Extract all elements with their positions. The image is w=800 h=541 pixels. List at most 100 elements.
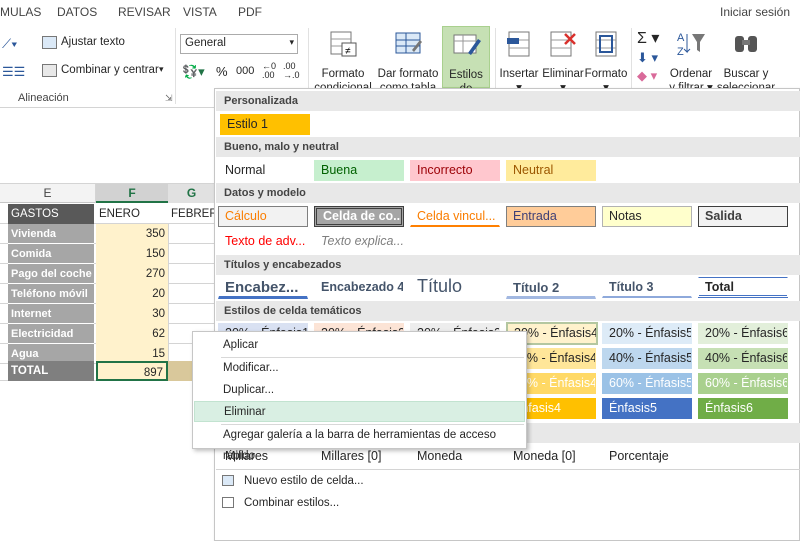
- cell-g[interactable]: [168, 264, 215, 284]
- format-as-table-icon: [395, 32, 422, 54]
- menu-item-eliminar[interactable]: Eliminar: [194, 401, 525, 422]
- header-gastos[interactable]: GASTOS: [8, 204, 94, 224]
- style-titulo3[interactable]: Título 3: [602, 277, 692, 298]
- style-texto-explicativo[interactable]: Texto explica...: [314, 231, 404, 252]
- style-millares0[interactable]: Millares [0]: [314, 446, 404, 467]
- expense-label[interactable]: Internet: [8, 304, 94, 324]
- style-normal[interactable]: Normal: [218, 160, 308, 181]
- format-button[interactable]: Formato ▾: [584, 28, 628, 95]
- currency-icon[interactable]: 💱▾: [182, 64, 205, 80]
- percent-button[interactable]: %: [216, 64, 228, 79]
- menu-item-modificar[interactable]: Modificar...: [194, 358, 525, 379]
- style-enfasis6[interactable]: Énfasis6: [698, 398, 788, 419]
- style-texto-advertencia[interactable]: Texto de adv...: [218, 231, 308, 252]
- expense-label[interactable]: Teléfono móvil: [8, 284, 94, 304]
- merge-center-button[interactable]: Combinar y centrar: [61, 64, 159, 76]
- style-salida[interactable]: Salida: [698, 206, 788, 227]
- sort-filter-button[interactable]: AZ Ordenar y filtrar ▾: [666, 28, 716, 95]
- style-encabezado1[interactable]: Encabez...: [218, 277, 308, 299]
- style-estilo1[interactable]: Estilo 1: [220, 114, 310, 135]
- expense-value[interactable]: 62: [96, 324, 168, 344]
- svg-text:A: A: [677, 32, 685, 44]
- thousands-button[interactable]: 000: [236, 65, 254, 77]
- wrap-text-button[interactable]: Ajustar texto: [61, 36, 125, 48]
- cell-g[interactable]: [168, 304, 215, 324]
- total-label[interactable]: TOTAL: [8, 361, 94, 381]
- cell-g[interactable]: [168, 244, 215, 264]
- expense-label[interactable]: Electricidad: [8, 324, 94, 344]
- tab-formulas[interactable]: MULAS: [0, 5, 41, 19]
- style-titulo[interactable]: Título: [410, 274, 500, 298]
- decrease-decimal-icon[interactable]: .00 →.0: [283, 62, 300, 80]
- expense-label[interactable]: Comida: [8, 244, 94, 264]
- style-celda-vinculada[interactable]: Celda vincul...: [410, 206, 500, 227]
- menu-item-aplicar[interactable]: Aplicar: [194, 335, 525, 356]
- style-entrada[interactable]: Entrada: [506, 206, 596, 227]
- expense-value[interactable]: 30: [96, 304, 168, 324]
- merge-styles-item[interactable]: Combinar estilos...: [216, 492, 800, 514]
- tab-pdf[interactable]: PDF: [238, 5, 262, 19]
- menu-item-agregar-galeria[interactable]: Agregar galería a la barra de herramient…: [194, 425, 525, 462]
- expense-value[interactable]: 20: [96, 284, 168, 304]
- expense-label[interactable]: Pago del coche: [8, 264, 94, 284]
- tab-revisar[interactable]: REVISAR: [118, 5, 171, 19]
- new-cell-style-item[interactable]: Nuevo estilo de celda...: [216, 470, 800, 492]
- autosum-icon[interactable]: Σ ▾: [637, 28, 659, 48]
- style-calculo[interactable]: Cálculo: [218, 206, 308, 227]
- increase-decimal-icon[interactable]: ←0.00: [262, 62, 276, 80]
- insert-button[interactable]: Insertar ▾: [497, 28, 541, 95]
- style-titulo2[interactable]: Título 2: [506, 277, 596, 299]
- number-format-select[interactable]: General ▾: [180, 34, 298, 54]
- style-buena[interactable]: Buena: [314, 160, 404, 181]
- worksheet[interactable]: E F G GASTOS ENERO FEBRERO Vivienda350Co…: [0, 108, 215, 541]
- clear-icon[interactable]: ◆ ▾: [637, 68, 657, 84]
- expense-value[interactable]: 270: [96, 264, 168, 284]
- cell-g[interactable]: [168, 224, 215, 244]
- wrap-text-icon: [42, 36, 57, 49]
- header-febrero[interactable]: FEBRERO: [168, 204, 215, 224]
- tab-vista[interactable]: VISTA: [183, 5, 217, 19]
- section-personalizada: Personalizada: [216, 91, 800, 111]
- style-moneda0[interactable]: Moneda [0]: [506, 446, 596, 467]
- style-encabezado4[interactable]: Encabezado 4: [314, 277, 404, 298]
- cell-g[interactable]: [168, 284, 215, 304]
- style-60-enfasis5[interactable]: 60% - Énfasis5: [602, 373, 692, 394]
- style-40-enfasis6[interactable]: 40% - Énfasis6: [698, 348, 788, 369]
- indent-icon[interactable]: ☰☰: [2, 64, 25, 80]
- orientation-icon[interactable]: ⟋▾: [2, 36, 17, 52]
- tab-datos[interactable]: DATOS: [57, 5, 97, 19]
- menu-item-duplicar[interactable]: Duplicar...: [194, 380, 525, 401]
- fill-icon[interactable]: ⬇ ▾: [637, 50, 658, 66]
- expense-label[interactable]: Vivienda: [8, 224, 94, 244]
- style-total[interactable]: Total: [698, 277, 788, 298]
- column-header-f[interactable]: F: [96, 184, 168, 203]
- expense-value[interactable]: 150: [96, 244, 168, 264]
- style-notas[interactable]: Notas: [602, 206, 692, 227]
- style-40-enfasis5[interactable]: 40% - Énfasis5: [602, 348, 692, 369]
- delete-button[interactable]: Eliminar ▾: [541, 28, 585, 95]
- table-row: Vivienda 350: [0, 224, 215, 244]
- style-20-enfasis5[interactable]: 20% - Énfasis5: [602, 323, 692, 344]
- context-menu: Aplicar Modificar... Duplicar... Elimina…: [192, 331, 527, 462]
- total-value[interactable]: 897: [96, 361, 168, 381]
- style-60-enfasis6[interactable]: 60% - Énfasis6: [698, 373, 788, 394]
- expense-value[interactable]: 350: [96, 224, 168, 244]
- column-header-e[interactable]: E: [0, 184, 96, 203]
- style-incorrecto[interactable]: Incorrecto: [410, 160, 500, 181]
- sign-in-link[interactable]: Iniciar sesión: [720, 5, 790, 19]
- svg-text:Z: Z: [677, 46, 684, 58]
- chevron-down-icon[interactable]: ▾: [159, 64, 164, 75]
- dialog-launcher-icon[interactable]: ⇲: [165, 93, 173, 104]
- style-neutral[interactable]: Neutral: [506, 160, 596, 181]
- style-20-enfasis6[interactable]: 20% - Énfasis6: [698, 323, 788, 344]
- header-enero[interactable]: ENERO: [96, 204, 168, 224]
- style-enfasis5[interactable]: Énfasis5: [602, 398, 692, 419]
- formula-area: [0, 108, 215, 184]
- table-row: Comida 150: [0, 244, 215, 264]
- number-format-value: General: [185, 37, 226, 49]
- style-celda-comprobacion[interactable]: Celda de co...: [314, 206, 404, 227]
- style-porcentaje[interactable]: Porcentaje: [602, 446, 692, 467]
- cell-styles-button[interactable]: Estilos de celda ▾: [442, 26, 490, 109]
- column-header-g[interactable]: G: [168, 184, 215, 203]
- style-moneda[interactable]: Moneda: [410, 446, 500, 467]
